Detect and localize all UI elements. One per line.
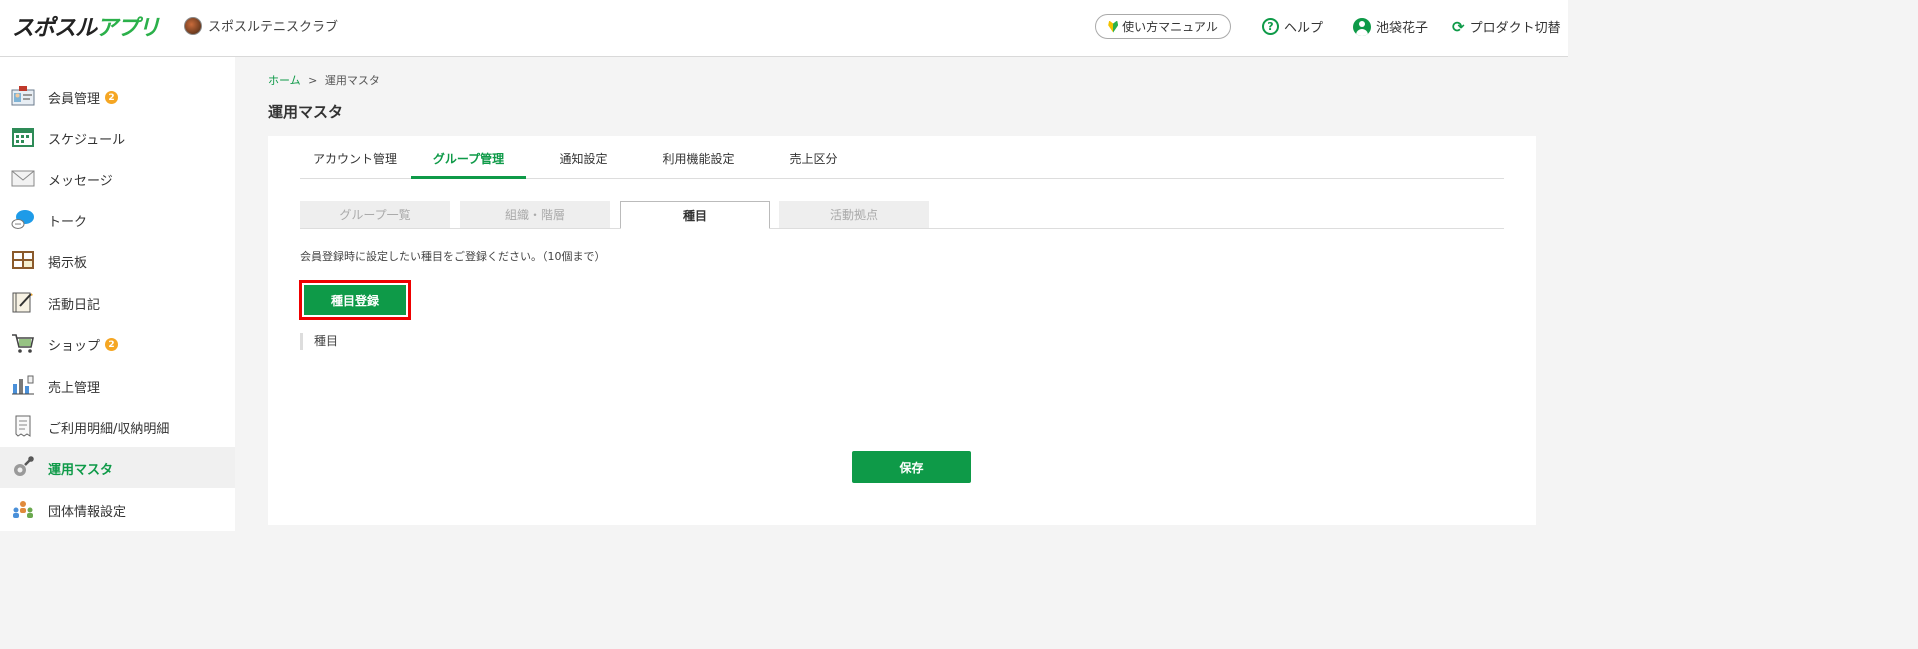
breadcrumb-home-link[interactable]: ホーム bbox=[268, 74, 301, 87]
help-icon: ? bbox=[1262, 18, 1279, 35]
sidebar-item-bulletin[interactable]: 掲示板 bbox=[0, 240, 235, 281]
user-icon bbox=[1353, 17, 1371, 36]
user-menu[interactable]: 池袋花子 bbox=[1353, 17, 1428, 36]
notification-badge: 2 bbox=[105, 338, 119, 351]
app-logo[interactable]: スポスルアプリ bbox=[12, 10, 160, 42]
tab-bar: アカウント管理 グループ管理 通知設定 利用機能設定 売上区分 bbox=[300, 136, 1504, 179]
subtab-organization[interactable]: 組織・階層 bbox=[460, 201, 610, 228]
breadcrumb: ホーム > 運用マスタ bbox=[268, 74, 380, 87]
sidebar-item-diary[interactable]: 活動日記 bbox=[0, 282, 235, 323]
product-switch-link[interactable]: ⟳ プロダクト切替 bbox=[1452, 17, 1561, 37]
sidebar-item-operation-master[interactable]: 運用マスタ bbox=[0, 447, 235, 488]
sidebar-item-org-settings[interactable]: 団体情報設定 bbox=[0, 489, 235, 530]
sidebar-item-shop[interactable]: ショップ 2 bbox=[0, 323, 235, 364]
switch-icon: ⟳ bbox=[1452, 17, 1465, 36]
highlight-box: 種目登録 bbox=[299, 280, 411, 320]
sidebar-item-talk[interactable]: トーク bbox=[0, 199, 235, 240]
save-button[interactable]: 保存 bbox=[852, 451, 971, 483]
tab-sales-category[interactable]: 売上区分 bbox=[756, 150, 871, 178]
app-header: スポスルアプリ スポスルテニスクラブ 使い方マニュアル ? ヘルプ 池袋花子 ⟳… bbox=[0, 0, 1568, 57]
main-panel: アカウント管理 グループ管理 通知設定 利用機能設定 売上区分 グループ一覧 組… bbox=[268, 136, 1536, 525]
tab-feature-settings[interactable]: 利用機能設定 bbox=[641, 150, 756, 178]
sidebar-item-members[interactable]: 会員管理 2 bbox=[0, 76, 235, 117]
group-icon bbox=[13, 501, 33, 518]
sidebar-item-messages[interactable]: メッセージ bbox=[0, 158, 235, 199]
cart-icon bbox=[12, 334, 34, 353]
subtab-bar: グループ一覧 組織・階層 種目 活動拠点 bbox=[300, 201, 1504, 229]
gear-wrench-icon bbox=[14, 456, 34, 476]
tab-account-management[interactable]: アカウント管理 bbox=[300, 150, 410, 178]
club-avatar-icon bbox=[184, 16, 202, 35]
diary-icon bbox=[12, 292, 33, 313]
sidebar-item-schedule[interactable]: スケジュール bbox=[0, 117, 235, 158]
sport-type-list-header: 種目 bbox=[300, 333, 338, 350]
subtab-sport-type[interactable]: 種目 bbox=[620, 201, 770, 229]
tab-notification-settings[interactable]: 通知設定 bbox=[526, 150, 641, 178]
calendar-icon bbox=[12, 128, 34, 147]
sidebar: 会員管理 2 スケジュール メッセージ トーク 掲示板 活動日記 ショップ 2 売上… bbox=[0, 57, 235, 531]
chat-bubble-icon bbox=[11, 210, 34, 229]
tab-group-management[interactable]: グループ管理 bbox=[411, 150, 526, 179]
sidebar-item-billing[interactable]: ご利用明細/収納明細 bbox=[0, 406, 235, 447]
subtab-group-list[interactable]: グループ一覧 bbox=[300, 201, 450, 228]
member-card-icon bbox=[11, 86, 35, 106]
club-name: スポスルテニスクラブ bbox=[184, 16, 338, 35]
sales-chart-icon bbox=[12, 375, 34, 395]
subtab-activity-location[interactable]: 活動拠点 bbox=[779, 201, 929, 228]
envelope-icon bbox=[11, 170, 35, 187]
receipt-icon bbox=[15, 415, 31, 437]
manual-button[interactable]: 使い方マニュアル bbox=[1095, 14, 1231, 39]
beginner-leaf-icon bbox=[1108, 20, 1119, 33]
register-sport-type-button[interactable]: 種目登録 bbox=[304, 285, 406, 315]
bulletin-board-icon bbox=[12, 251, 34, 269]
notification-badge: 2 bbox=[105, 91, 119, 104]
help-link[interactable]: ? ヘルプ bbox=[1262, 17, 1323, 36]
page-title: 運用マスタ bbox=[268, 103, 344, 121]
breadcrumb-current: 運用マスタ bbox=[324, 74, 380, 87]
sidebar-item-sales[interactable]: 売上管理 bbox=[0, 365, 235, 406]
instruction-text: 会員登録時に設定したい種目をご登録ください。（10個まで） bbox=[300, 250, 606, 263]
